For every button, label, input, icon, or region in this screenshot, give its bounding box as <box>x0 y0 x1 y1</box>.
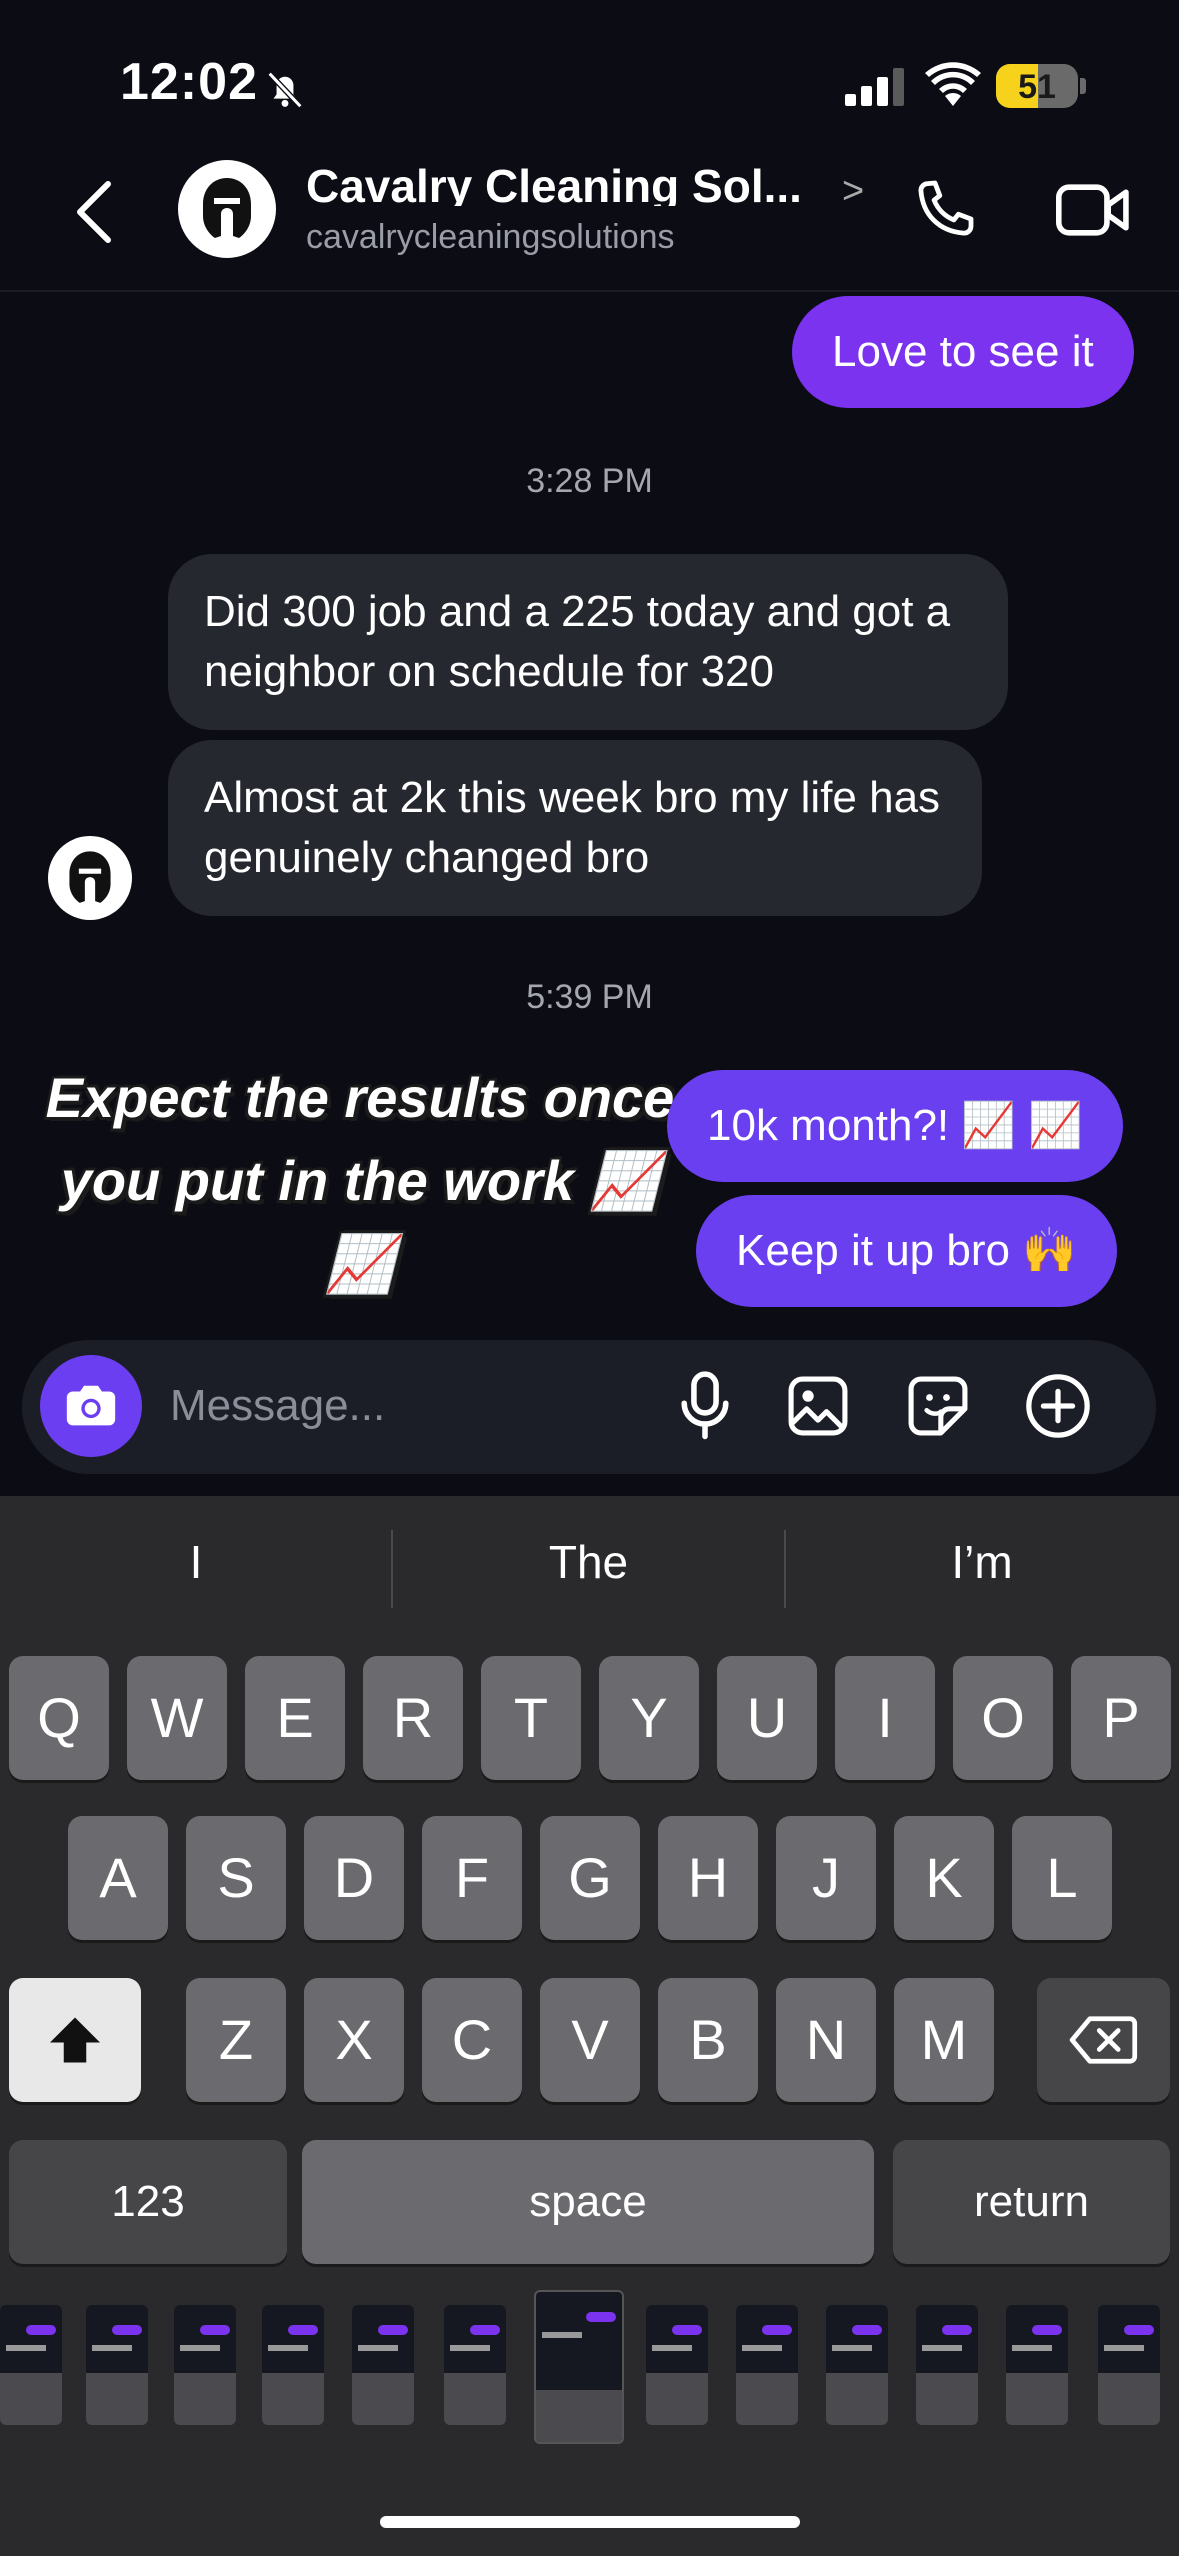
message-outgoing[interactable]: 10k month?! 📈 📈 <box>667 1070 1124 1182</box>
thumbnail[interactable] <box>826 2305 888 2425</box>
key-o[interactable]: O <box>953 1656 1053 1780</box>
thumbnail[interactable] <box>444 2305 506 2425</box>
key-n[interactable]: N <box>776 1978 876 2102</box>
thumbnail[interactable] <box>736 2305 798 2425</box>
shift-icon <box>50 2017 100 2063</box>
contact-name[interactable]: Cavalry Cleaning Sol... <box>306 150 826 206</box>
key-z[interactable]: Z <box>186 1978 286 2102</box>
key-v[interactable]: V <box>540 1978 640 2102</box>
microphone-icon[interactable] <box>672 1366 738 1446</box>
status-time: 12:02 <box>120 53 258 111</box>
message-incoming[interactable]: Almost at 2k this week bro my life has g… <box>168 740 982 916</box>
message-incoming[interactable]: Did 300 job and a 225 today and got a ne… <box>168 554 1008 730</box>
key-i[interactable]: I <box>835 1656 935 1780</box>
chevron-right-icon[interactable]: > <box>842 170 864 213</box>
home-indicator[interactable] <box>380 2516 800 2528</box>
suggestion[interactable]: The <box>392 1535 785 1605</box>
backspace-key[interactable] <box>1037 1978 1170 2102</box>
thumbnail[interactable] <box>916 2305 978 2425</box>
key-g[interactable]: G <box>540 1816 640 1940</box>
thumbnail[interactable] <box>262 2305 324 2425</box>
battery-tip <box>1080 78 1086 94</box>
video-icon[interactable] <box>1055 178 1131 247</box>
key-c[interactable]: C <box>422 1978 522 2102</box>
key-u[interactable]: U <box>717 1656 817 1780</box>
key-a[interactable]: A <box>68 1816 168 1940</box>
signal-icon <box>845 68 907 111</box>
battery-level: 51 <box>1018 68 1056 106</box>
message-input[interactable] <box>168 1370 642 1442</box>
spartan-helmet-icon <box>69 851 111 903</box>
thumbnail[interactable] <box>352 2305 414 2425</box>
key-l[interactable]: L <box>1012 1816 1112 1940</box>
key-p[interactable]: P <box>1071 1656 1171 1780</box>
thumbnail[interactable] <box>86 2305 148 2425</box>
image-icon[interactable] <box>782 1370 854 1442</box>
message-timestamp: 5:39 PM <box>526 978 653 1016</box>
key-b[interactable]: B <box>658 1978 758 2102</box>
sender-avatar[interactable] <box>48 836 132 920</box>
camera-icon <box>66 1385 116 1426</box>
thumbnail-selected[interactable] <box>534 2290 624 2444</box>
suggestion[interactable]: I’m <box>785 1535 1179 1605</box>
wifi-icon <box>925 62 981 111</box>
thumbnail[interactable] <box>1006 2305 1068 2425</box>
backspace-icon <box>1069 2016 1137 2064</box>
key-r[interactable]: R <box>363 1656 463 1780</box>
key-x[interactable]: X <box>304 1978 404 2102</box>
camera-button[interactable] <box>40 1355 142 1457</box>
space-key[interactable]: space <box>302 2140 874 2264</box>
key-q[interactable]: Q <box>9 1656 109 1780</box>
thumbnail[interactable] <box>1098 2305 1160 2425</box>
shift-key[interactable] <box>9 1978 141 2102</box>
sticker-icon[interactable] <box>902 1370 974 1442</box>
battery-indicator: 51 <box>996 64 1078 108</box>
thumbnail[interactable] <box>646 2305 708 2425</box>
return-key[interactable]: return <box>893 2140 1170 2264</box>
key-t[interactable]: T <box>481 1656 581 1780</box>
numbers-key[interactable]: 123 <box>9 2140 287 2264</box>
key-y[interactable]: Y <box>599 1656 699 1780</box>
key-w[interactable]: W <box>127 1656 227 1780</box>
plus-icon[interactable] <box>1022 1370 1094 1442</box>
message-outgoing[interactable]: Keep it up bro 🙌 <box>696 1195 1117 1307</box>
phone-icon[interactable] <box>908 174 980 251</box>
key-e[interactable]: E <box>245 1656 345 1780</box>
spartan-helmet-icon <box>203 178 251 238</box>
sticker-text[interactable]: Expect the results once you put in the w… <box>40 1056 680 1305</box>
bell-slash-icon <box>262 66 308 117</box>
key-h[interactable]: H <box>658 1816 758 1940</box>
key-s[interactable]: S <box>186 1816 286 1940</box>
key-k[interactable]: K <box>894 1816 994 1940</box>
message-timestamp: 3:28 PM <box>526 462 653 500</box>
suggestion[interactable]: I <box>0 1535 392 1605</box>
avatar[interactable] <box>178 160 276 258</box>
key-d[interactable]: D <box>304 1816 404 1940</box>
thumbnail[interactable] <box>174 2305 236 2425</box>
key-f[interactable]: F <box>422 1816 522 1940</box>
key-m[interactable]: M <box>894 1978 994 2102</box>
thumbnail[interactable] <box>0 2305 62 2425</box>
key-j[interactable]: J <box>776 1816 876 1940</box>
contact-handle[interactable]: cavalrycleaningsolutions <box>306 218 675 257</box>
back-chevron-icon[interactable] <box>70 178 120 251</box>
message-outgoing[interactable]: Love to see it <box>792 296 1134 408</box>
